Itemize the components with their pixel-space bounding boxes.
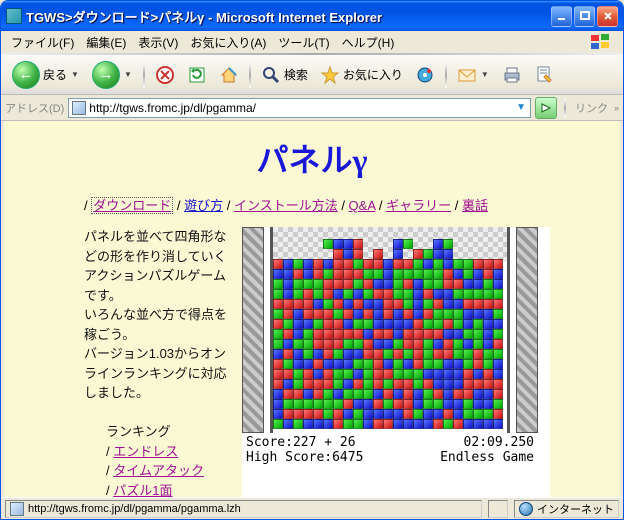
nav-gallery[interactable]: ギャラリー [386,198,451,213]
page-content: パネルγ / ダウンロード / 遊び方 / インストール方法 / Q&A / ギ… [1,121,623,497]
minimize-button[interactable] [551,6,572,27]
hiscore-value: 6475 [332,450,363,465]
links-label[interactable]: リンク [573,100,610,116]
score-label: Score: [246,435,293,450]
statusbar: http://tgws.fromc.jp/dl/pgamma/pgamma.lz… [1,497,623,519]
rank-endless[interactable]: エンドレス [113,444,178,459]
page-icon [10,502,24,516]
toolbar: ←戻る▼ →▼ 検索 お気に入り ▼ [1,55,623,95]
address-label: アドレス(D) [5,100,64,116]
window-title: TGWS>ダウンロード>パネルγ - Microsoft Internet Ex… [26,7,551,26]
page-icon [72,101,86,115]
edit-button[interactable] [529,60,559,90]
menu-help[interactable]: ヘルプ(H) [336,32,401,53]
chevron-down-icon: ▼ [123,70,133,79]
chevron-down-icon: ▼ [70,70,80,79]
home-button[interactable] [214,60,244,90]
menu-edit[interactable]: 編集(E) [80,32,132,53]
print-button[interactable] [497,60,527,90]
mode-value: Endless Game [440,450,534,465]
chevron-down-icon: ▼ [480,70,490,79]
chevron-down-icon[interactable]: ▼ [515,102,527,113]
ranking-heading: ランキング [84,422,234,442]
rank-puzzle1[interactable]: パズル1面 [113,483,172,497]
description: パネルを並べて四角形などの形を作り消していくアクションパズルゲームです。 いろん… [84,227,234,497]
search-label: 検索 [284,66,308,83]
nav-download[interactable]: ダウンロード [91,197,173,214]
rank-timeattack[interactable]: タイムアタック [113,463,204,478]
favorites-button[interactable]: お気に入り [315,60,408,90]
mail-button[interactable]: ▼ [452,60,495,90]
game-screenshot: Score:227 + 26 02:09.250 High Score:6475 E… [242,227,550,497]
maximize-button[interactable] [574,6,595,27]
go-button[interactable] [535,97,557,119]
nav-install[interactable]: インストール方法 [234,198,338,213]
menu-file[interactable]: ファイル(F) [5,32,80,53]
address-input[interactable]: http://tgws.fromc.jp/dl/pgamma/ ▼ [68,98,531,118]
titlebar: TGWS>ダウンロード>パネルγ - Microsoft Internet Ex… [1,1,623,31]
addressbar: アドレス(D) http://tgws.fromc.jp/dl/pgamma/ … [1,95,623,121]
favorites-label: お気に入り [343,66,403,83]
back-button[interactable]: ←戻る▼ [7,60,85,90]
globe-icon [519,502,533,516]
nav-qa[interactable]: Q&A [349,198,376,213]
menu-tools[interactable]: ツール(T) [272,32,335,53]
hiscore-label: High Score: [246,450,332,465]
menu-favorites[interactable]: お気に入り(A) [184,32,272,53]
windows-flag-icon [585,32,619,52]
close-button[interactable] [597,6,618,27]
address-url: http://tgws.fromc.jp/dl/pgamma/ [89,101,512,115]
time-value: 02:09.250 [464,435,534,450]
forward-button[interactable]: →▼ [87,60,138,90]
desc-p3: バージョン1.03からオンラインランキングに対応しました。 [84,344,234,403]
ie-icon [6,8,22,24]
desc-p2: いろんな並べ方で得点を稼ごう。 [84,305,234,344]
menubar: ファイル(F) 編集(E) 表示(V) お気に入り(A) ツール(T) ヘルプ(… [1,31,623,53]
page-nav: / ダウンロード / 遊び方 / インストール方法 / Q&A / ギャラリー … [14,195,610,227]
refresh-button[interactable] [182,60,212,90]
menu-view[interactable]: 表示(V) [132,32,184,53]
status-zone: インターネット [537,501,614,517]
stop-button[interactable] [150,60,180,90]
score-value: 227 + 26 [293,435,356,450]
nav-howtoplay[interactable]: 遊び方 [184,198,223,213]
media-button[interactable] [410,60,440,90]
desc-p1: パネルを並べて四角形などの形を作り消していくアクションパズルゲームです。 [84,227,234,305]
status-url: http://tgws.fromc.jp/dl/pgamma/pgamma.lz… [28,503,241,515]
page-heading: パネルγ [14,135,610,181]
nav-story[interactable]: 裏話 [462,198,488,213]
back-label: 戻る [43,66,67,83]
search-button[interactable]: 検索 [256,60,313,90]
